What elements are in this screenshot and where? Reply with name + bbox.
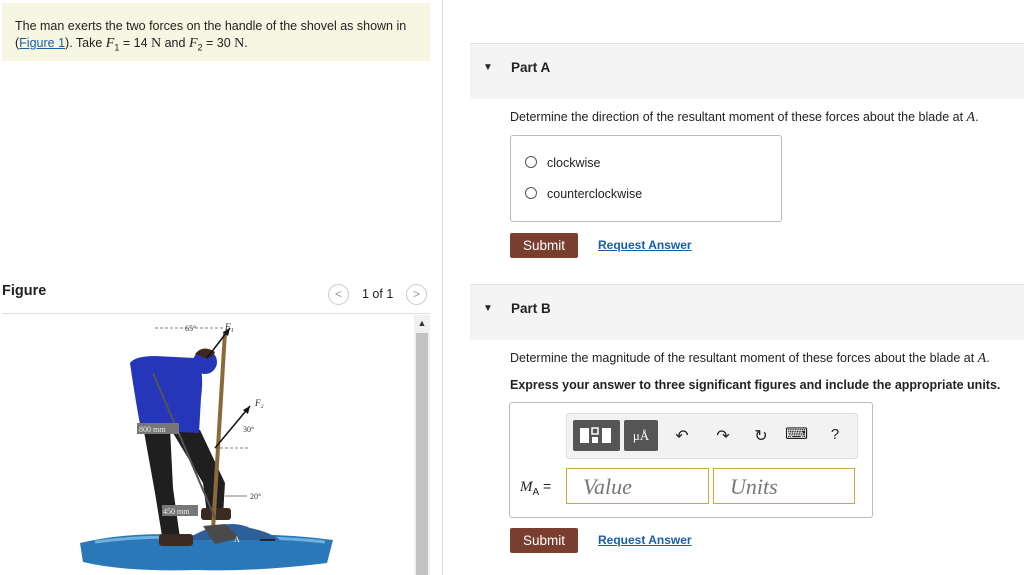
shovel-figure: 65° F₁ F₂ 30° 800 mm 20° 450 mm A — [80, 322, 333, 571]
figure-separator — [2, 313, 430, 314]
moment-symbol: M — [520, 479, 533, 495]
choice-clockwise[interactable]: clockwise — [525, 155, 601, 170]
angle-20-label: 20° — [250, 492, 261, 501]
dim-800-label: 800 mm — [139, 425, 166, 434]
period: . — [986, 351, 990, 365]
math-toolbar: μÅ ↶ ↷ ↻ ⌨ ? — [566, 413, 858, 459]
f2-label: F₂ — [254, 398, 264, 408]
period: . — [244, 36, 248, 50]
templates-icon — [580, 427, 611, 443]
angle-65-label: 65° — [185, 324, 196, 333]
chevron-left-icon: < — [334, 287, 342, 301]
figure-link[interactable]: Figure 1 — [19, 36, 65, 50]
part-b-question-text: Determine the magnitude of the resultant… — [510, 351, 978, 365]
problem-take: ). Take — [65, 36, 106, 50]
f2-symbol: F — [188, 36, 198, 51]
radio-icon[interactable] — [525, 155, 537, 168]
keyboard-icon[interactable]: ⌨ — [785, 424, 808, 444]
previous-figure-button[interactable]: < — [328, 284, 349, 305]
angle-30-label: 30° — [243, 425, 254, 434]
and-text: and — [161, 36, 189, 50]
part-a-title: Part A — [511, 60, 551, 75]
chevron-right-icon: > — [412, 287, 420, 301]
scroll-thumb[interactable] — [416, 333, 428, 575]
period: . — [975, 110, 979, 124]
problem-statement-box: The man exerts the two forces on the han… — [2, 3, 430, 61]
reset-icon[interactable]: ↻ — [751, 426, 771, 446]
collapse-caret-icon[interactable]: ▼ — [483, 62, 493, 73]
part-a-question-text: Determine the direction of the resultant… — [510, 110, 967, 124]
part-b-question: Determine the magnitude of the resultant… — [510, 351, 990, 367]
radio-icon[interactable] — [525, 186, 537, 199]
redo-icon[interactable]: ↷ — [713, 426, 733, 446]
figure-scrollbar[interactable]: ▲ — [414, 315, 430, 575]
answer-choices: clockwise counterclockwise — [510, 135, 782, 222]
choice-label: clockwise — [547, 156, 601, 170]
part-b-instruction: Express your answer to three significant… — [510, 378, 1001, 392]
next-figure-button[interactable]: > — [406, 284, 427, 305]
f1-unit: N — [151, 36, 162, 51]
figure-page-counter: 1 of 1 — [362, 287, 394, 301]
figure-title: Figure — [2, 283, 47, 299]
column-divider — [442, 0, 443, 575]
collapse-caret-icon[interactable]: ▼ — [483, 303, 493, 314]
units-input[interactable]: Units — [713, 468, 855, 504]
undo-icon[interactable]: ↶ — [672, 426, 692, 446]
f2-value: = 30 — [202, 36, 235, 50]
scroll-up-arrow-icon[interactable]: ▲ — [414, 315, 430, 331]
f1-value: = 14 — [119, 36, 151, 50]
point-a-label: A — [234, 535, 240, 544]
value-input[interactable]: Value — [566, 468, 709, 504]
part-b-submit-button[interactable]: Submit — [510, 528, 578, 553]
f2-unit: N — [234, 36, 245, 51]
part-a-question: Determine the direction of the resultant… — [510, 110, 979, 126]
problem-text: The man exerts the two forces on the han… — [15, 18, 425, 57]
templates-button[interactable] — [573, 420, 620, 451]
point-a-symbol: A — [977, 351, 987, 366]
units-button[interactable]: μÅ — [624, 420, 658, 451]
part-a-request-answer-link[interactable]: Request Answer — [598, 238, 692, 252]
part-b-request-answer-link[interactable]: Request Answer — [598, 533, 692, 547]
moment-label: MA = — [520, 478, 551, 498]
problem-intro: The man exerts the two forces on the han… — [15, 19, 407, 33]
answer-entry-box: μÅ ↶ ↷ ↻ ⌨ ? MA = Value Units — [509, 402, 873, 518]
part-b-title: Part B — [511, 301, 551, 316]
choice-counterclockwise[interactable]: counterclockwise — [525, 186, 643, 201]
choice-label: counterclockwise — [547, 187, 643, 201]
dim-450-label: 450 mm — [163, 507, 190, 516]
equals-sign: = — [539, 478, 552, 494]
part-a-submit-button[interactable]: Submit — [510, 233, 578, 258]
left-leg — [143, 426, 180, 542]
left-boot — [159, 534, 193, 546]
part-a-header[interactable]: ▼ Part A — [470, 43, 1024, 99]
part-b-header[interactable]: ▼ Part B — [470, 284, 1024, 340]
help-icon[interactable]: ? — [825, 426, 845, 443]
f1-label: F₁ — [224, 322, 234, 332]
point-a-symbol: A — [966, 110, 976, 125]
